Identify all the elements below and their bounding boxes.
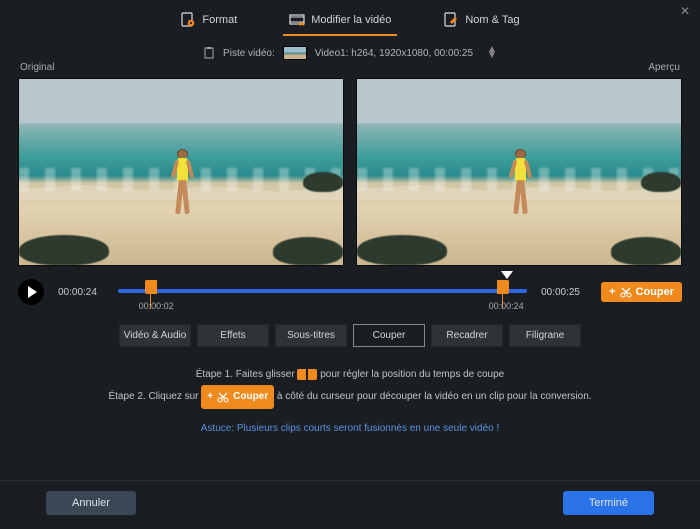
video-track-selector: Piste vidéo: Video1: h264, 1920x1080, 00…	[0, 46, 700, 60]
original-label: Original	[20, 62, 54, 73]
subtab-effects[interactable]: Effets	[197, 324, 269, 347]
footer: Annuler Terminé	[0, 480, 700, 529]
help-panel: Étape 1. Faites glisser pour régler la p…	[0, 347, 700, 445]
subtab-cut[interactable]: Couper	[353, 324, 425, 347]
trim-left-time: 00:00:02	[139, 301, 174, 311]
cancel-button[interactable]: Annuler	[46, 491, 136, 515]
tab-name-tag[interactable]: Nom & Tag	[437, 8, 525, 36]
timeline: 00:00:24 00:00:02 00:00:24 00:00:25 + Co…	[0, 266, 700, 310]
time-total: 00:00:25	[541, 287, 587, 298]
tab-name-tag-label: Nom & Tag	[465, 14, 519, 26]
help-tip: Astuce: Plusieurs clips courts seront fu…	[30, 419, 670, 439]
subtab-crop[interactable]: Recadrer	[431, 324, 503, 347]
close-icon[interactable]: ✕	[680, 4, 690, 18]
subtab-video-audio[interactable]: Vidéo & Audio	[119, 324, 191, 347]
track-value[interactable]: Video1: h264, 1920x1080, 00:00:25	[315, 48, 473, 59]
track-stepper[interactable]: ▲▼	[487, 47, 497, 59]
time-current: 00:00:24	[58, 287, 104, 298]
tab-format[interactable]: Format	[174, 8, 243, 36]
scissors-icon	[217, 391, 229, 403]
preview-label: Aperçu	[648, 62, 680, 73]
pencil-doc-icon	[443, 12, 459, 28]
subtab-subtitles[interactable]: Sous-titres	[275, 324, 347, 347]
preview-video-pane	[356, 78, 682, 266]
handles-icon	[297, 369, 317, 380]
help-step2: Étape 2. Cliquez sur + Couper à côté du …	[30, 385, 670, 409]
track-thumbnail	[283, 46, 307, 60]
tab-format-label: Format	[202, 14, 237, 26]
sub-tabs: Vidéo & Audio Effets Sous-titres Couper …	[0, 324, 700, 347]
original-video-pane	[18, 78, 344, 266]
track-label: Piste vidéo:	[223, 48, 275, 59]
trim-right-time: 00:00:24	[489, 301, 524, 311]
clipboard-icon	[203, 47, 215, 59]
help-step1: Étape 1. Faites glisser pour régler la p…	[30, 365, 670, 385]
top-tabs: ✕ Format Modifier la vidéo Nom & Tag	[0, 0, 700, 36]
preview-row	[0, 76, 700, 266]
gear-doc-icon	[180, 12, 196, 28]
tab-modify-video[interactable]: Modifier la vidéo	[283, 8, 397, 36]
cut-button-inline: + Couper	[201, 385, 274, 409]
subtab-watermark[interactable]: Filigrane	[509, 324, 581, 347]
cut-button[interactable]: + Couper	[601, 282, 682, 302]
done-button[interactable]: Terminé	[563, 491, 654, 515]
timeline-track[interactable]: 00:00:02 00:00:24	[118, 278, 527, 306]
film-cut-icon	[289, 12, 305, 28]
tab-modify-label: Modifier la vidéo	[311, 14, 391, 26]
scissors-icon	[620, 286, 632, 298]
cut-button-label: Couper	[636, 286, 675, 298]
play-button[interactable]	[18, 279, 44, 305]
